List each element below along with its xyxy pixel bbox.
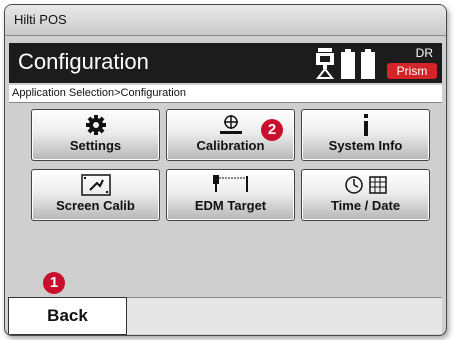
clock-calendar-icon xyxy=(302,174,429,196)
edm-target-button[interactable]: EDM Target xyxy=(166,169,295,221)
gear-icon xyxy=(32,114,159,136)
system-info-button[interactable]: System Info xyxy=(301,109,430,161)
app-window: Hilti POS Configuration DR Prism Applica… xyxy=(4,4,447,336)
breadcrumb: Application Selection>Configuration xyxy=(9,85,442,103)
instrument-icon xyxy=(314,47,336,84)
callout-marker-2: 2 xyxy=(261,119,283,141)
screen-calib-button-label: Screen Calib xyxy=(56,198,135,213)
title-bar: Hilti POS xyxy=(5,5,446,36)
screen-calibration-icon xyxy=(32,174,159,196)
breadcrumb-text: Application Selection>Configuration xyxy=(12,87,186,99)
edm-target-button-label: EDM Target xyxy=(194,198,267,213)
page-title: Configuration xyxy=(18,49,149,74)
back-button[interactable]: Back xyxy=(8,297,127,335)
time-date-button-label: Time / Date xyxy=(330,198,401,213)
page-header: Configuration DR Prism xyxy=(9,43,442,83)
window-title: Hilti POS xyxy=(14,12,67,27)
battery-icon xyxy=(361,49,375,84)
target-status: DR Prism xyxy=(385,46,439,80)
target-type-badge: Prism xyxy=(387,63,437,79)
settings-button-label: Settings xyxy=(69,138,122,153)
measure-mode-label: DR xyxy=(415,46,433,60)
info-icon xyxy=(302,114,429,136)
time-date-button[interactable]: Time / Date xyxy=(301,169,430,221)
callout-marker-1: 1 xyxy=(43,272,65,294)
settings-button[interactable]: Settings xyxy=(31,109,160,161)
screen-calib-button[interactable]: Screen Calib xyxy=(31,169,160,221)
edm-target-icon xyxy=(167,174,294,196)
battery-icon xyxy=(341,49,355,84)
system-info-button-label: System Info xyxy=(328,138,403,153)
back-button-label: Back xyxy=(47,306,88,325)
